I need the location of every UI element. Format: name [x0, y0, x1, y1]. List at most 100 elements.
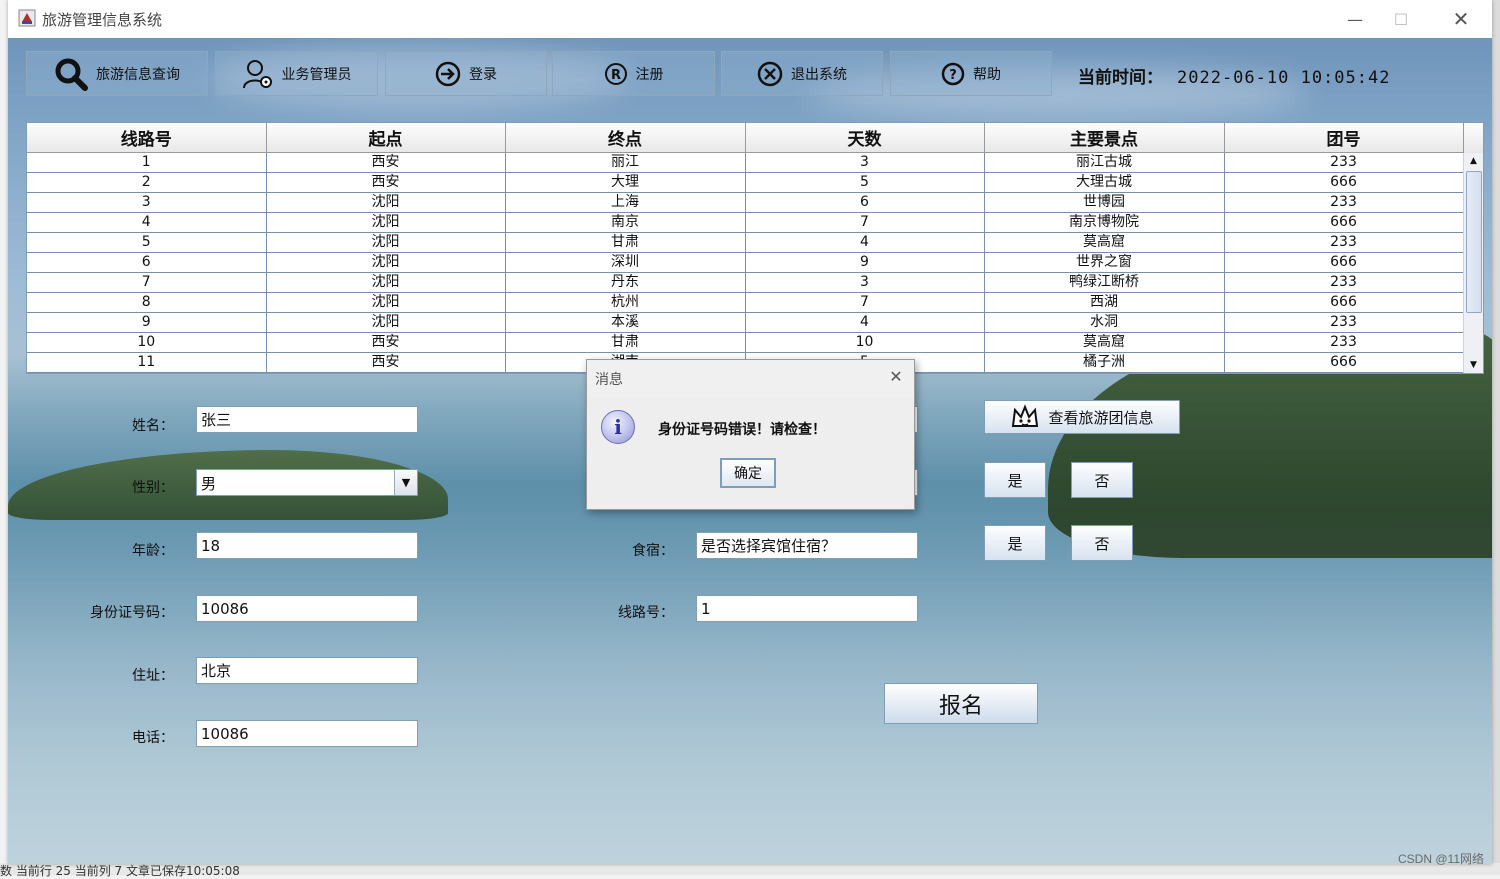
column-header[interactable]: 终点 [505, 123, 746, 153]
table-row[interactable]: 1 西安 丽江 3 丽江古城 233 [27, 152, 1464, 173]
table-cell[interactable]: 7 [27, 272, 267, 293]
column-header[interactable]: 起点 [266, 123, 506, 153]
table-cell[interactable]: 666 [1224, 352, 1464, 373]
table-cell[interactable]: 666 [1224, 172, 1464, 193]
table-cell[interactable]: 8 [27, 292, 267, 313]
table-cell[interactable]: 甘肃 [505, 232, 746, 253]
table-cell[interactable]: 本溪 [505, 312, 746, 333]
help-button[interactable]: ? 帮助 [890, 51, 1052, 96]
table-cell[interactable]: 233 [1224, 232, 1464, 253]
scroll-down-arrow-icon[interactable]: ▼ [1464, 357, 1483, 373]
table-cell[interactable]: 沈阳 [266, 292, 506, 313]
view-tour-group-button[interactable]: 查看旅游团信息 [984, 400, 1180, 434]
table-cell[interactable]: 沈阳 [266, 232, 506, 253]
table-cell[interactable]: 沈阳 [266, 252, 506, 273]
table-cell[interactable]: 丽江 [505, 152, 746, 173]
table-cell[interactable]: 橘子洲 [984, 352, 1225, 373]
yes-button-2[interactable]: 是 [984, 525, 1046, 561]
table-cell[interactable]: 杭州 [505, 292, 746, 313]
table-cell[interactable]: 7 [745, 292, 985, 313]
table-row[interactable]: 3 沈阳 上海 6 世博园 233 [27, 192, 1464, 213]
tour-query-button[interactable]: 旅游信息查询 [26, 51, 208, 96]
table-cell[interactable]: 西安 [266, 332, 506, 353]
table-cell[interactable]: 666 [1224, 252, 1464, 273]
table-cell[interactable]: 西安 [266, 152, 506, 173]
table-cell[interactable]: 甘肃 [505, 332, 746, 353]
table-row[interactable]: 6 沈阳 深圳 9 世界之窗 666 [27, 252, 1464, 273]
table-cell[interactable]: 233 [1224, 272, 1464, 293]
table-cell[interactable]: 233 [1224, 332, 1464, 353]
route-number-input[interactable] [696, 595, 918, 622]
exit-button[interactable]: 退出系统 [721, 51, 883, 96]
table-row[interactable]: 8 沈阳 杭州 7 西湖 666 [27, 292, 1464, 313]
table-cell[interactable]: 丹东 [505, 272, 746, 293]
register-button[interactable]: R 注册 [552, 51, 715, 96]
table-cell[interactable]: 666 [1224, 212, 1464, 233]
table-cell[interactable]: 666 [1224, 292, 1464, 313]
lodging-input[interactable] [696, 532, 918, 559]
column-header[interactable]: 线路号 [27, 123, 267, 153]
maximize-button[interactable]: ☐ [1378, 6, 1424, 32]
table-cell[interactable]: 3 [27, 192, 267, 213]
age-input[interactable] [196, 532, 418, 559]
table-cell[interactable]: 1 [27, 152, 267, 173]
table-cell[interactable]: 9 [27, 312, 267, 333]
scrollbar-thumb[interactable] [1466, 171, 1482, 313]
table-cell[interactable]: 3 [745, 272, 985, 293]
table-cell[interactable]: 3 [745, 152, 985, 173]
table-cell[interactable]: 9 [745, 252, 985, 273]
table-cell[interactable]: 10 [745, 332, 985, 353]
table-row[interactable]: 5 沈阳 甘肃 4 莫高窟 233 [27, 232, 1464, 253]
no-button-1[interactable]: 否 [1071, 462, 1133, 498]
table-cell[interactable]: 沈阳 [266, 272, 506, 293]
table-cell[interactable]: 233 [1224, 152, 1464, 173]
table-row[interactable]: 2 西安 大理 5 大理古城 666 [27, 172, 1464, 193]
phone-input[interactable] [196, 720, 418, 747]
id-number-input[interactable] [196, 595, 418, 622]
gender-select[interactable]: 男 ▼ [196, 469, 418, 496]
scroll-up-arrow-icon[interactable]: ▲ [1464, 153, 1483, 169]
table-cell[interactable]: 4 [745, 232, 985, 253]
table-cell[interactable]: 沈阳 [266, 192, 506, 213]
table-cell[interactable]: 深圳 [505, 252, 746, 273]
table-cell[interactable]: 世界之窗 [984, 252, 1225, 273]
table-cell[interactable]: 南京 [505, 212, 746, 233]
table-cell[interactable]: 10 [27, 332, 267, 353]
table-cell[interactable]: 西安 [266, 352, 506, 373]
table-cell[interactable]: 莫高窟 [984, 332, 1225, 353]
table-cell[interactable]: 丽江古城 [984, 152, 1225, 173]
table-cell[interactable]: 6 [27, 252, 267, 273]
table-cell[interactable]: 11 [27, 352, 267, 373]
table-cell[interactable]: 233 [1224, 192, 1464, 213]
table-cell[interactable]: 4 [27, 212, 267, 233]
table-cell[interactable]: 南京博物院 [984, 212, 1225, 233]
table-row[interactable]: 10 西安 甘肃 10 莫高窟 233 [27, 332, 1464, 353]
column-header[interactable]: 主要景点 [984, 123, 1225, 153]
column-header[interactable]: 天数 [745, 123, 985, 153]
table-cell[interactable]: 上海 [505, 192, 746, 213]
table-cell[interactable]: 5 [27, 232, 267, 253]
address-input[interactable] [196, 657, 418, 684]
yes-button-1[interactable]: 是 [984, 462, 1046, 498]
table-row[interactable]: 7 沈阳 丹东 3 鸭绿江断桥 233 [27, 272, 1464, 293]
login-button[interactable]: 登录 [385, 51, 547, 96]
table-vertical-scrollbar[interactable]: ▲ ▼ [1463, 153, 1483, 373]
table-cell[interactable]: 6 [745, 192, 985, 213]
table-cell[interactable]: 莫高窟 [984, 232, 1225, 253]
table-cell[interactable]: 大理 [505, 172, 746, 193]
table-cell[interactable]: 大理古城 [984, 172, 1225, 193]
dialog-ok-button[interactable]: 确定 [720, 458, 776, 488]
table-cell[interactable]: 西湖 [984, 292, 1225, 313]
column-header[interactable]: 团号 [1224, 123, 1464, 153]
table-cell[interactable]: 233 [1224, 312, 1464, 333]
table-cell[interactable]: 2 [27, 172, 267, 193]
table-cell[interactable]: 沈阳 [266, 312, 506, 333]
dialog-close-icon[interactable]: ✕ [886, 366, 906, 386]
table-cell[interactable]: 世博园 [984, 192, 1225, 213]
minimize-button[interactable]: — [1332, 6, 1378, 32]
name-input[interactable] [196, 406, 418, 433]
no-button-2[interactable]: 否 [1071, 525, 1133, 561]
table-cell[interactable]: 沈阳 [266, 212, 506, 233]
signup-button[interactable]: 报名 [884, 683, 1038, 724]
table-row[interactable]: 4 沈阳 南京 7 南京博物院 666 [27, 212, 1464, 233]
